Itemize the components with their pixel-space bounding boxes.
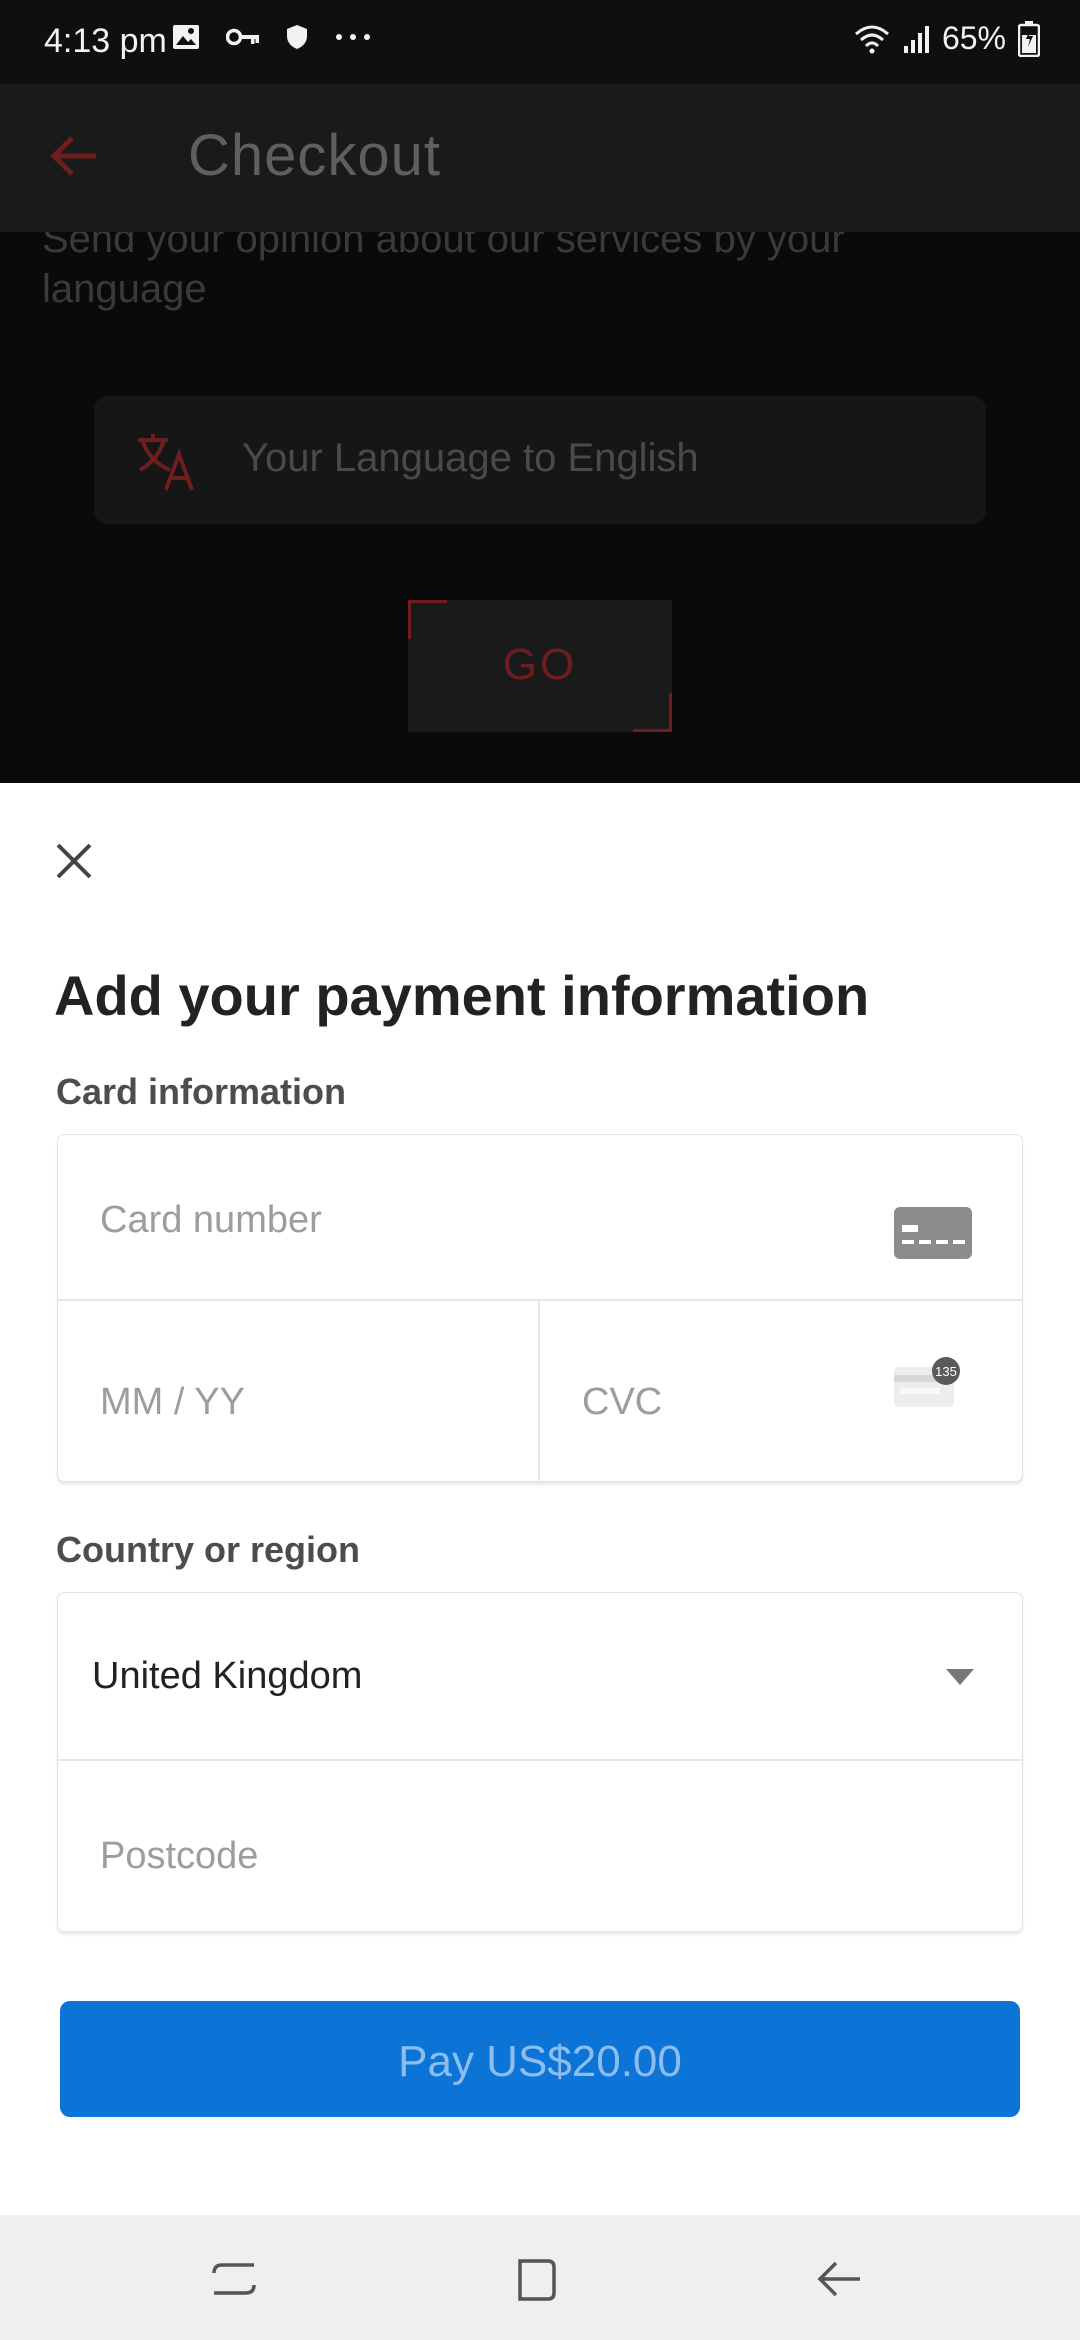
card-number-field[interactable]: Card number: [58, 1135, 1022, 1301]
background-app: Checkout Send your opinion about our ser…: [0, 84, 1080, 783]
country-section-label: Country or region: [56, 1529, 360, 1570]
card-number-placeholder: Card number: [100, 1199, 322, 1241]
recents-icon[interactable]: [206, 2251, 262, 2307]
go-button[interactable]: GO: [408, 600, 672, 732]
postcode-field[interactable]: Postcode: [58, 1761, 1022, 1931]
chevron-down-icon: [946, 1669, 974, 1685]
card-section-label: Card information: [56, 1071, 347, 1112]
pay-button-label: Pay US$20.00: [398, 2037, 682, 2086]
shield-icon: [287, 25, 307, 49]
cvc-card-icon: 135: [894, 1357, 960, 1407]
status-bar: 4:13 pm 65%: [0, 0, 1080, 84]
credit-card-icon: [894, 1207, 972, 1259]
status-time: 4:13 pm: [44, 22, 167, 60]
signal-icon: [903, 25, 929, 53]
go-corner-decoration: [633, 693, 672, 732]
card-info-group: Card number MM / YY CVC 135: [58, 1135, 1022, 1481]
cvc-placeholder: CVC: [582, 1381, 663, 1423]
language-field-label: Your Language to English: [242, 436, 699, 480]
pay-button[interactable]: Pay US$20.00: [60, 2001, 1020, 2117]
back-arrow-icon[interactable]: [46, 128, 102, 184]
image-icon: [173, 25, 199, 49]
app-bar: Checkout: [0, 84, 1080, 232]
country-value: United Kingdom: [92, 1655, 363, 1697]
sheet-title: Add your payment information: [54, 964, 870, 1027]
page-title: Checkout: [188, 123, 442, 188]
home-icon[interactable]: [508, 2251, 564, 2307]
translate-icon: [138, 434, 194, 491]
battery-percent: 65%: [941, 20, 1006, 56]
language-field[interactable]: Your Language to English: [94, 396, 986, 524]
back-icon[interactable]: [812, 2251, 868, 2307]
battery-icon: [1018, 20, 1040, 57]
cvc-field[interactable]: CVC 135: [540, 1301, 1022, 1481]
wifi-icon: [854, 25, 889, 53]
payment-sheet: Add your payment information Card inform…: [0, 783, 1080, 2215]
expiry-placeholder: MM / YY: [100, 1381, 245, 1423]
expiry-field[interactable]: MM / YY: [58, 1301, 540, 1481]
key-icon: [226, 28, 259, 46]
go-button-label: GO: [502, 640, 578, 689]
cvc-badge-text: 135: [935, 1364, 957, 1379]
close-icon[interactable]: [46, 833, 102, 889]
more-dots-icon: [336, 34, 370, 40]
system-nav-bar: [0, 2215, 1080, 2340]
postcode-placeholder: Postcode: [100, 1835, 259, 1877]
address-group: United Kingdom Postcode: [58, 1593, 1022, 1931]
country-select[interactable]: United Kingdom: [58, 1593, 1022, 1761]
go-corner-decoration: [408, 600, 447, 639]
